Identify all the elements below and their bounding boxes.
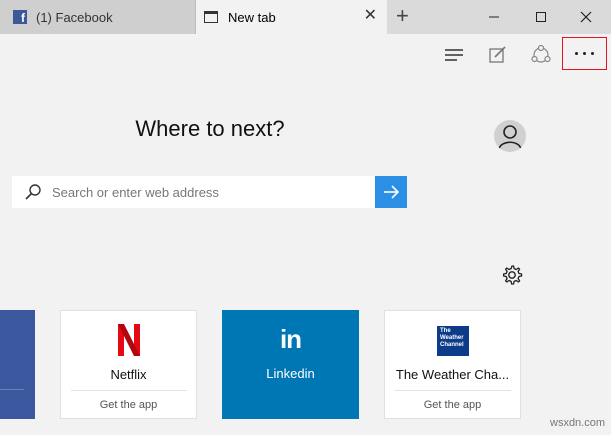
avatar-button[interactable] [494, 120, 526, 152]
tab-new-tab[interactable]: New tab ✕ [196, 0, 387, 34]
tile-partial[interactable] [0, 310, 35, 419]
search-box [12, 176, 375, 208]
maximize-icon [536, 12, 546, 22]
minimize-button[interactable] [474, 0, 514, 34]
arrow-right-icon [384, 185, 400, 199]
search-icon [24, 183, 42, 201]
more-button[interactable] [562, 37, 607, 70]
go-button[interactable] [375, 176, 407, 208]
search-input[interactable] [52, 184, 352, 200]
avatar-icon [498, 125, 522, 150]
gear-icon [502, 265, 523, 285]
close-window-button[interactable] [566, 0, 606, 34]
tile-netflix[interactable]: Netflix Get the app [60, 310, 197, 419]
page-title: Where to next? [135, 116, 285, 141]
tile-divider [395, 390, 511, 391]
weather-channel-icon: The Weather Channel [437, 326, 469, 356]
tile-linkedin[interactable]: in Linkedin [222, 310, 359, 419]
minimize-icon [489, 16, 499, 18]
tab-facebook-label: (1) Facebook [36, 9, 113, 25]
tab-facebook[interactable]: f (1) Facebook [0, 0, 196, 34]
tile-netflix-name: Netflix [110, 367, 147, 382]
title-bar: f (1) Facebook New tab ✕ + [0, 0, 611, 34]
page-icon [204, 11, 218, 23]
tile-divider [0, 389, 24, 390]
new-tab-button[interactable]: + [396, 5, 409, 27]
web-note-button[interactable] [485, 42, 511, 68]
get-app-link[interactable]: Get the app [61, 399, 196, 411]
more-icon-dot [583, 52, 586, 55]
web-note-icon [489, 46, 506, 63]
linkedin-icon: in [279, 324, 302, 354]
hub-button[interactable] [441, 42, 467, 68]
share-button[interactable] [528, 42, 554, 68]
tab-new-tab-label: New tab [228, 9, 276, 25]
watermark: wsxdn.com [550, 417, 606, 429]
settings-button[interactable] [500, 263, 524, 287]
tile-weather-name: The Weather Cha... [395, 367, 510, 382]
more-icon-dot [575, 52, 578, 55]
maximize-button[interactable] [521, 0, 561, 34]
get-app-link[interactable]: Get the app [385, 399, 520, 411]
facebook-icon: f [13, 10, 27, 24]
tile-weather[interactable]: The Weather Channel The Weather Cha... G… [384, 310, 521, 419]
close-icon [580, 11, 592, 23]
close-tab-icon[interactable]: ✕ [364, 8, 377, 24]
toolbar [0, 34, 611, 76]
netflix-icon [118, 324, 140, 356]
more-icon-dot [591, 52, 594, 55]
share-icon [531, 44, 551, 63]
hub-icon [445, 49, 463, 61]
tile-divider [71, 390, 187, 391]
tile-linkedin-name: Linkedin [266, 366, 315, 381]
